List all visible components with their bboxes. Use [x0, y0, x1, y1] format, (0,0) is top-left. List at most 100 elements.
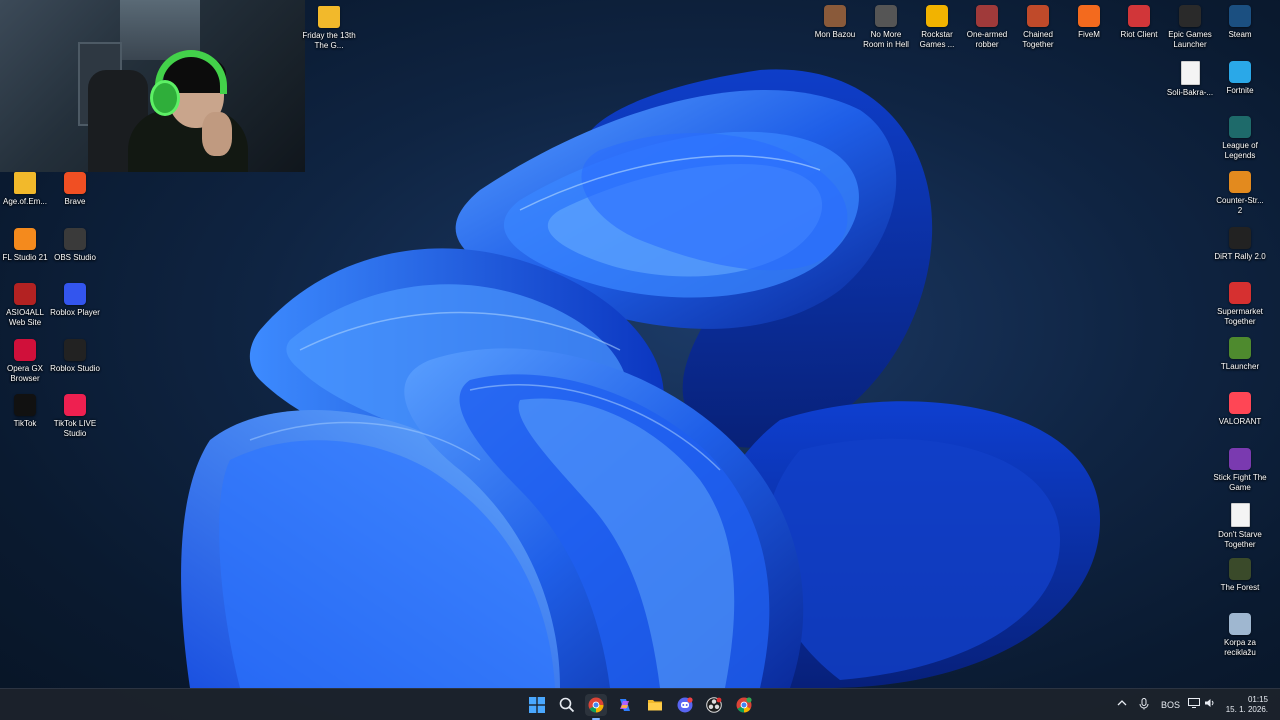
desktop-icon-label: Age.of.Em... — [2, 197, 48, 206]
desktop-icon-epic-games[interactable]: Epic Games Launcher — [1163, 5, 1217, 50]
desktop-icon-counter-strike[interactable]: Counter-Str... 2 — [1213, 171, 1267, 216]
desktop-icon-label: FL Studio 21 — [2, 252, 48, 262]
search-button[interactable] — [556, 694, 578, 716]
desktop-icon-label: Riot Client — [1120, 30, 1158, 39]
desktop-icon-label: Soli-Bakra-... — [1166, 88, 1214, 97]
roblox-studio-icon — [64, 338, 86, 361]
stick-fight-icon — [1229, 448, 1251, 470]
riot-client-icon — [1128, 5, 1150, 27]
desktop-icon-tiktok[interactable]: TikTok — [0, 394, 52, 429]
discord-taskbar[interactable] — [674, 694, 696, 716]
desktop-icon-dirt-rally[interactable]: DiRT Rally 2.0 — [1213, 227, 1267, 262]
fl-studio-icon — [14, 227, 36, 250]
desktop-icon-opera-gx[interactable]: Opera GX Browser — [0, 338, 52, 384]
desktop-icon-tiktok-live[interactable]: TikTok LIVE Studio — [48, 394, 102, 439]
fivem-icon — [1078, 5, 1100, 27]
desktop-icon-label: Brave — [64, 197, 86, 206]
desktop-icon-label: FiveM — [1078, 30, 1100, 39]
desktop-icon-valorant[interactable]: VALORANT — [1213, 392, 1267, 427]
desktop-icon-roblox-studio[interactable]: Roblox Studio — [48, 338, 102, 374]
desktop-icon-label: Chained Together — [1022, 30, 1054, 49]
desktop-icon-league[interactable]: League of Legends — [1213, 116, 1267, 161]
network-icon[interactable] — [1188, 698, 1200, 710]
discord-icon — [677, 697, 693, 713]
desktop-icon-document[interactable]: Don't Starve Together — [1213, 503, 1267, 550]
system-clock[interactable]: 01:15 15. 1. 2026. — [1226, 695, 1268, 715]
obs-icon — [706, 697, 722, 713]
webcam-headset-earcup — [150, 80, 180, 116]
desktop: Friday the 13th The G... BOS 01:15 15. 1… — [0, 0, 1280, 720]
webcam-hand — [202, 112, 232, 156]
desktop-icon-label: OBS Studio — [54, 252, 96, 262]
tlauncher-icon — [1229, 337, 1251, 359]
desktop-icon-friday-the-13th[interactable]: Friday the 13th The G... — [302, 6, 356, 51]
desktop-icon-recycle-bin[interactable]: Korpa za reciklažu — [1213, 613, 1267, 658]
windows-icon — [529, 697, 545, 713]
desktop-icon-label: TikTok LIVE Studio — [53, 419, 97, 438]
obs-icon — [64, 227, 86, 250]
desktop-icon-document[interactable]: Soli-Bakra-... — [1163, 61, 1217, 98]
desktop-icon-nmrih[interactable]: No More Room in Hell — [859, 5, 913, 50]
desktop-icon-label: Fortnite — [1226, 86, 1254, 95]
recycle-bin-icon — [1229, 613, 1251, 635]
desktop-icon-folder[interactable]: Age.of.Em... — [0, 172, 52, 207]
desktop-icon-steam[interactable]: Steam — [1213, 5, 1267, 40]
desktop-icon-label: Friday the 13th The G... — [302, 31, 356, 50]
microphone-icon[interactable] — [1139, 698, 1149, 712]
desktop-icon-fivem[interactable]: FiveM — [1062, 5, 1116, 40]
supermarket-icon — [1229, 282, 1251, 304]
desktop-icon-fortnite[interactable]: Fortnite — [1213, 61, 1267, 96]
desktop-icon-fl-studio[interactable]: FL Studio 21 — [0, 227, 52, 263]
opera-gx-icon — [14, 338, 36, 361]
desktop-icon-tlauncher[interactable]: TLauncher — [1213, 337, 1267, 372]
desktop-icon-brave[interactable]: Brave — [48, 172, 102, 207]
desktop-icon-the-forest[interactable]: The Forest — [1213, 558, 1267, 593]
desktop-icon-label: TLauncher — [1220, 362, 1260, 371]
nmrih-icon — [875, 5, 897, 27]
desktop-icon-obs[interactable]: OBS Studio — [48, 227, 102, 263]
copilot-icon — [620, 699, 630, 711]
language-indicator[interactable]: BOS — [1161, 700, 1180, 710]
obs-taskbar[interactable] — [703, 694, 725, 716]
desktop-icon-asio[interactable]: ASIO4ALL Web Site — [0, 283, 52, 328]
epic-games-icon — [1179, 5, 1201, 27]
desktop-icon-label: VALORANT — [1218, 417, 1262, 426]
chrome-profile-taskbar[interactable] — [733, 694, 755, 716]
desktop-icon-stick-fight[interactable]: Stick Fight The Game — [1213, 448, 1267, 493]
league-icon — [1229, 116, 1251, 138]
desktop-icon-label: TikTok — [13, 419, 37, 428]
desktop-icon-label: Korpa za reciklažu — [1223, 638, 1257, 657]
chained-together-icon — [1027, 5, 1049, 27]
clock-time: 01:15 — [1247, 695, 1268, 704]
volume-icon[interactable] — [1204, 698, 1216, 710]
desktop-icon-riot-client[interactable]: Riot Client — [1112, 5, 1166, 40]
desktop-icon-label: Roblox Studio — [50, 363, 100, 373]
webcam-overlay — [0, 0, 305, 172]
desktop-icon-label: Don't Starve Together — [1218, 530, 1262, 549]
counter-strike-icon — [1229, 171, 1251, 193]
desktop-icon-rockstar[interactable]: Rockstar Games ... — [910, 5, 964, 50]
the-forest-icon — [1229, 558, 1251, 580]
desktop-icon-chained-together[interactable]: Chained Together — [1011, 5, 1065, 50]
desktop-icon-label: Roblox Player — [50, 308, 100, 317]
asio-icon — [14, 283, 36, 305]
start-button[interactable] — [526, 694, 548, 716]
desktop-icon-label: Supermarket Together — [1217, 307, 1263, 326]
show-hidden-icons-chevron-icon[interactable] — [1117, 698, 1127, 710]
document-icon — [1230, 503, 1250, 527]
desktop-icon-mon-bazou[interactable]: Mon Bazou — [808, 5, 862, 40]
desktop-icon-roblox-player[interactable]: Roblox Player — [48, 283, 102, 318]
clock-date: 15. 1. 2026. — [1225, 705, 1268, 714]
desktop-icon-label: Opera GX Browser — [6, 363, 43, 383]
file-explorer-taskbar[interactable] — [644, 694, 666, 716]
desktop-icon-label: Counter-Str... 2 — [1216, 196, 1264, 215]
desktop-icon-one-armed-robber[interactable]: One-armed robber — [960, 5, 1014, 50]
document-icon — [1180, 61, 1200, 85]
chrome-taskbar[interactable] — [585, 694, 607, 720]
desktop-icon-label: DiRT Rally 2.0 — [1214, 252, 1266, 261]
copilot-taskbar[interactable] — [614, 694, 636, 716]
valorant-icon — [1229, 392, 1251, 414]
desktop-icon-label: Epic Games Launcher — [1168, 30, 1212, 49]
roblox-player-icon — [64, 283, 86, 305]
desktop-icon-supermarket[interactable]: Supermarket Together — [1213, 282, 1267, 327]
